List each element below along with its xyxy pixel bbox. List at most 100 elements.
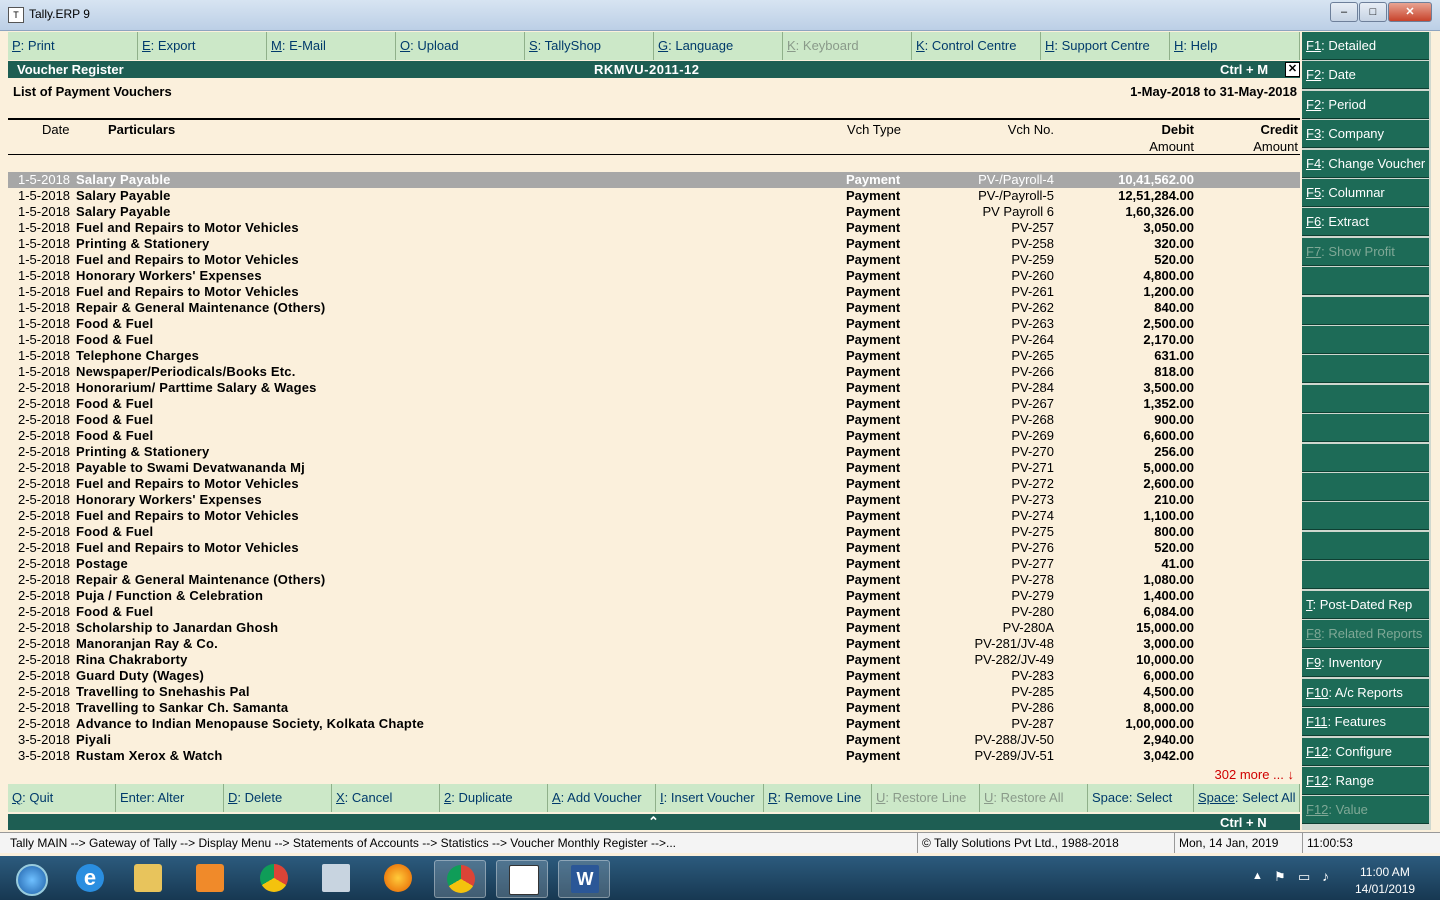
close-window-button[interactable]: ✕ [1388, 2, 1432, 22]
chrome-icon[interactable] [434, 860, 486, 898]
table-row[interactable]: 1-5-2018 Food & Fuel Payment PV-263 2,500.00 [8, 316, 1300, 332]
table-row[interactable]: 1-5-2018 Fuel and Repairs to Motor Vehicl… [8, 220, 1300, 236]
top-menu-item[interactable]: M: E-Mail [267, 32, 396, 60]
table-row[interactable]: 1-5-2018 Honorary Workers' Expenses Paymen… [8, 268, 1300, 284]
calculator-icon[interactable] [310, 860, 362, 898]
bottom-menu-item[interactable]: Space: Select [1088, 784, 1194, 812]
table-row[interactable]: 1-5-2018 Repair & General Maintenance (Ot… [8, 300, 1300, 316]
table-row[interactable]: 1-5-2018 Newspaper/Periodicals/Books Etc.… [8, 364, 1300, 380]
table-row[interactable]: 2-5-2018 Guard Duty (Wages) Payment PV-283 6… [8, 668, 1300, 684]
maximize-button[interactable]: □ [1359, 2, 1387, 22]
tally-icon[interactable] [496, 860, 548, 898]
bottom-menu-item[interactable]: X: Cancel [332, 784, 440, 812]
chrome-icon[interactable] [248, 860, 300, 898]
right-panel-button[interactable] [1302, 443, 1429, 472]
internet-explorer-icon[interactable]: e [64, 860, 116, 898]
right-panel-button[interactable]: F10: A/c Reports [1302, 678, 1429, 707]
table-row[interactable]: 2-5-2018 Manoranjan Ray & Co. Payment PV-28… [8, 636, 1300, 652]
word-icon[interactable]: W [558, 860, 610, 898]
right-panel-button[interactable] [1302, 384, 1429, 413]
table-row[interactable]: 1-5-2018 Salary Payable Payment PV Payroll … [8, 204, 1300, 220]
top-menu-item[interactable]: G: Language [654, 32, 783, 60]
right-panel-button[interactable] [1302, 531, 1429, 560]
right-panel-button[interactable]: F4: Change Voucher [1302, 149, 1429, 178]
tray-arrow-icon[interactable]: ▲ [1252, 870, 1263, 882]
table-row[interactable]: 2-5-2018 Puja / Function & Celebration Pay… [8, 588, 1300, 604]
bottom-menu-item[interactable]: D: Delete [224, 784, 332, 812]
right-panel-button[interactable]: F12: Value [1302, 796, 1429, 825]
right-panel-button[interactable]: F9: Inventory Reports [1302, 649, 1429, 698]
minimize-button[interactable]: – [1330, 2, 1358, 22]
right-panel-button[interactable] [1302, 267, 1429, 296]
firefox-icon[interactable] [372, 860, 424, 898]
top-menu-item[interactable]: H: Support Centre [1041, 32, 1170, 60]
volume-icon[interactable]: ♪ [1322, 868, 1329, 884]
report-period[interactable]: 1-May-2018 to 31-May-2018 [1130, 84, 1297, 99]
close-report-icon[interactable]: ✕ [1285, 62, 1300, 77]
bottom-menu-item[interactable]: U: Restore Line [872, 784, 980, 812]
table-row[interactable]: 3-5-2018 Piyali Payment PV-288/JV-50 2,940.0… [8, 732, 1300, 748]
table-row[interactable]: 1-5-2018 Telephone Charges Payment PV-265 63… [8, 348, 1300, 364]
right-panel-button[interactable] [1302, 473, 1429, 501]
right-panel-button[interactable]: F2: Date [1302, 61, 1429, 90]
display-icon[interactable]: ▭ [1298, 869, 1310, 885]
scroll-up-icon[interactable]: ⌃ [648, 814, 659, 830]
table-row[interactable]: 2-5-2018 Advance to Indian Menopause Soci… [8, 716, 1300, 732]
bottom-menu-item[interactable]: Space: Select All [1194, 784, 1300, 812]
top-menu-item[interactable]: H: Help [1170, 32, 1300, 60]
top-menu-item[interactable]: K: Keyboard [783, 32, 912, 60]
media-player-icon[interactable] [184, 860, 236, 898]
table-row[interactable]: 2-5-2018 Fuel and Repairs to Motor Vehicl… [8, 508, 1300, 524]
right-panel-button[interactable]: F2: Period [1302, 90, 1429, 119]
table-row[interactable]: 2-5-2018 Food & Fuel Payment PV-268 900.00 [8, 412, 1300, 428]
right-panel-button[interactable] [1302, 355, 1429, 384]
right-panel-button[interactable]: F3: Company [1302, 120, 1429, 149]
table-row[interactable]: 2-5-2018 Food & Fuel Payment PV-275 800.00 [8, 524, 1300, 540]
right-panel-button[interactable]: F12: Configure [1302, 737, 1429, 766]
table-row[interactable]: 1-5-2018 Fuel and Repairs to Motor Vehicl… [8, 252, 1300, 268]
table-row[interactable]: 3-5-2018 Rustam Xerox & Watch Payment PV-28… [8, 748, 1300, 764]
top-menu-item[interactable]: P: Print [8, 32, 138, 60]
more-rows-indicator[interactable]: 302 more ... ↓ [1215, 767, 1294, 782]
bottom-menu-item[interactable]: 2: Duplicate [440, 784, 548, 812]
bottom-menu-item[interactable]: R: Remove Line [764, 784, 872, 812]
right-panel-button[interactable] [1302, 326, 1429, 354]
table-row[interactable]: 1-5-2018 Fuel and Repairs to Motor Vehicl… [8, 284, 1300, 300]
windows-start-icon[interactable] [4, 860, 56, 898]
clock-time[interactable]: 11:00 AM [1360, 865, 1410, 879]
network-icon[interactable]: ⚑ [1274, 869, 1286, 885]
table-row[interactable]: 2-5-2018 Scholarship to Janardan Ghosh Pay… [8, 620, 1300, 636]
right-panel-button[interactable] [1302, 502, 1429, 531]
table-row[interactable]: 2-5-2018 Repair & General Maintenance (Ot… [8, 572, 1300, 588]
bottom-menu-item[interactable]: A: Add Voucher [548, 784, 656, 812]
table-row[interactable]: 2-5-2018 Food & Fuel Payment PV-267 1,352.00 [8, 396, 1300, 412]
right-panel-button[interactable]: F12: Range [1302, 767, 1429, 795]
table-row[interactable]: 1-5-2018 Salary Payable Payment PV-/Payroll… [8, 188, 1300, 204]
table-row[interactable]: 2-5-2018 Postage Payment PV-277 41.00 [8, 556, 1300, 572]
right-panel-button[interactable] [1302, 414, 1429, 443]
table-row[interactable]: 2-5-2018 Fuel and Repairs to Motor Vehicl… [8, 540, 1300, 556]
bottom-menu-item[interactable]: Enter: Alter [116, 784, 224, 812]
file-explorer-icon[interactable] [122, 860, 174, 898]
table-row[interactable]: 2-5-2018 Travelling to Snehashis Pal Payme… [8, 684, 1300, 700]
table-row[interactable]: 2-5-2018 Travelling to Sankar Ch. Samanta… [8, 700, 1300, 716]
table-row[interactable]: 2-5-2018 Payable to Swami Devatwananda Mj… [8, 460, 1300, 476]
right-panel-button[interactable] [1302, 561, 1429, 590]
top-menu-item[interactable]: E: Export [138, 32, 267, 60]
bottom-menu-item[interactable]: U: Restore All [980, 784, 1088, 812]
right-panel-button[interactable] [1302, 296, 1429, 325]
table-row[interactable]: 2-5-2018 Fuel and Repairs to Motor Vehicl… [8, 476, 1300, 492]
right-panel-button[interactable]: F1: Detailed [1302, 32, 1429, 60]
right-panel-button[interactable]: F11: Features [1302, 708, 1429, 737]
right-panel-button[interactable]: F6: Extract [1302, 208, 1429, 237]
right-panel-button[interactable]: T: Post-Dated Rep [1302, 590, 1429, 619]
top-menu-item[interactable]: K: Control Centre [912, 32, 1041, 60]
table-row[interactable]: 1-5-2018 Salary Payable Payment PV-/Payroll… [8, 172, 1300, 188]
bottom-menu-item[interactable]: Q: Quit [8, 784, 116, 812]
table-row[interactable]: 2-5-2018 Printing & Stationery Payment PV-2… [8, 444, 1300, 460]
top-menu-item[interactable]: S: TallyShop [525, 32, 654, 60]
table-row[interactable]: 1-5-2018 Food & Fuel Payment PV-264 2,170.00 [8, 332, 1300, 348]
right-panel-button[interactable]: F7: Show Profit [1302, 237, 1429, 266]
clock-date[interactable]: 14/01/2019 [1355, 882, 1415, 896]
table-row[interactable]: 2-5-2018 Rina Chakraborty Payment PV-282/JV… [8, 652, 1300, 668]
